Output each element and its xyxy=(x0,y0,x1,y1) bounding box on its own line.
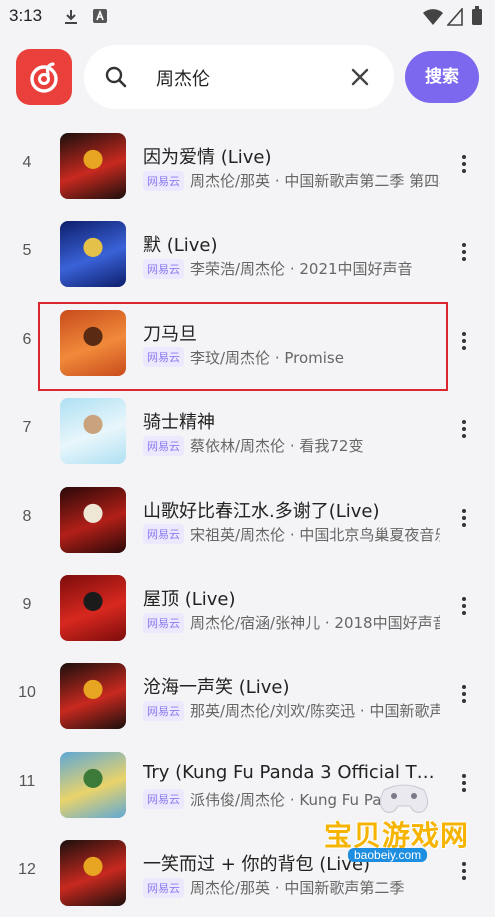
song-artist-album: 那英/周杰伦/刘欢/陈奕迅 · 中国新歌声 xyxy=(190,702,440,721)
search-bar[interactable] xyxy=(84,45,394,109)
song-title: 山歌好比春江水.多谢了(Live) xyxy=(143,500,380,522)
song-row[interactable]: 10 沧海一声笑 (Live) 网易云 那英/周杰伦/刘欢/陈奕迅 · 中国新歌声 xyxy=(0,652,495,740)
song-index: 8 xyxy=(22,507,32,525)
song-subtitle: 网易云 李荣浩/周杰伦 · 2021中国好声音 xyxy=(143,258,440,280)
album-cover xyxy=(60,751,126,818)
song-row[interactable]: 4 因为爱情 (Live) 网易云 周杰伦/那英 · 中国新歌声第二季 第四期 xyxy=(0,122,495,210)
watermark-url: baobeiy.com xyxy=(348,848,428,862)
source-badge: 网易云 xyxy=(143,258,184,279)
song-artist-album: 周杰伦/那英 · 中国新歌声第二季 xyxy=(190,879,405,898)
source-badge: 网易云 xyxy=(143,612,184,633)
song-index: 9 xyxy=(22,596,32,613)
song-artist-album: 李荣浩/周杰伦 · 2021中国好声音 xyxy=(190,260,413,279)
song-subtitle: 网易云 蔡依林/周杰伦 · 看我72变 xyxy=(143,435,440,457)
song-title: 沧海一声笑 (Live) xyxy=(143,677,290,699)
selected-row-highlight xyxy=(38,302,448,391)
song-row[interactable]: 9 屋顶 (Live) 网易云 周杰伦/宿涵/张神儿 · 2018中国好声音 xyxy=(0,564,495,652)
netease-logo-icon xyxy=(30,62,58,93)
song-title: 因为爱情 (Live) xyxy=(143,147,272,168)
song-index: 4 xyxy=(22,154,32,171)
source-badge: 网易云 xyxy=(143,524,184,545)
song-index: 10 xyxy=(18,684,36,702)
more-options-icon[interactable] xyxy=(458,685,470,707)
search-button[interactable]: 搜索 xyxy=(405,51,479,103)
song-subtitle: 网易云 那英/周杰伦/刘欢/陈奕迅 · 中国新歌声 xyxy=(143,700,440,722)
album-cover xyxy=(60,221,126,288)
source-badge: 网易云 xyxy=(143,789,184,810)
album-cover xyxy=(60,486,126,553)
song-artist-album: 周杰伦/那英 · 中国新歌声第二季 第四期 xyxy=(190,172,440,190)
watermark: 宝贝游戏网 baobeiy.com xyxy=(318,776,488,866)
album-cover xyxy=(60,133,126,199)
album-cover xyxy=(60,840,126,907)
song-index: 12 xyxy=(18,861,36,879)
song-row[interactable]: 5 默 (Live) 网易云 李荣浩/周杰伦 · 2021中国好声音 xyxy=(0,210,495,298)
status-bar: 3:13 xyxy=(0,0,495,34)
app-notification-icon xyxy=(93,9,107,23)
more-options-icon[interactable] xyxy=(458,243,470,265)
song-artist-album: 周杰伦/宿涵/张神儿 · 2018中国好声音 xyxy=(190,614,440,632)
song-row[interactable]: 8 山歌好比春江水.多谢了(Live) 网易云 宋祖英/周杰伦 · 中国北京鸟巢夏夜音… xyxy=(0,476,495,564)
more-options-icon[interactable] xyxy=(458,420,470,442)
song-row[interactable]: 7 骑士精神 网易云 蔡依林/周杰伦 · 看我72变 xyxy=(0,387,495,475)
song-index: 11 xyxy=(18,772,36,790)
search-input[interactable] xyxy=(154,59,338,97)
more-options-icon[interactable] xyxy=(458,508,470,531)
source-badge: 网易云 xyxy=(143,435,184,456)
song-index: 7 xyxy=(22,419,32,437)
clear-icon[interactable] xyxy=(350,67,370,87)
song-subtitle: 网易云 周杰伦/宿涵/张神儿 · 2018中国好声音 xyxy=(143,612,440,634)
album-cover xyxy=(60,398,126,465)
song-artist-album: 蔡依林/周杰伦 · 看我72变 xyxy=(190,437,364,456)
status-time: 3:13 xyxy=(9,6,43,25)
album-cover xyxy=(60,663,126,730)
source-badge: 网易云 xyxy=(143,170,184,191)
search-icon xyxy=(105,66,127,88)
signal-icon xyxy=(447,8,463,26)
song-title: 骑士精神 xyxy=(143,412,215,434)
more-options-icon[interactable] xyxy=(458,155,470,177)
battery-icon xyxy=(472,6,482,25)
song-artist-album: 宋祖英/周杰伦 · 中国北京鸟巢夏夜音乐会 xyxy=(190,525,440,544)
album-cover xyxy=(60,575,126,641)
netease-music-logo[interactable] xyxy=(16,49,72,105)
song-index: 5 xyxy=(22,242,32,260)
song-title: 屋顶 (Live) xyxy=(143,589,236,610)
more-options-icon[interactable] xyxy=(458,597,470,619)
source-badge: 网易云 xyxy=(143,700,184,721)
wifi-icon xyxy=(423,9,443,25)
song-subtitle: 网易云 周杰伦/那英 · 中国新歌声第二季 xyxy=(143,877,440,899)
song-title: 默 (Live) xyxy=(143,235,218,257)
song-subtitle: 网易云 宋祖英/周杰伦 · 中国北京鸟巢夏夜音乐会 xyxy=(143,524,440,546)
more-options-icon[interactable] xyxy=(458,331,470,354)
download-icon xyxy=(65,10,77,24)
song-subtitle: 网易云 周杰伦/那英 · 中国新歌声第二季 第四期 xyxy=(143,170,440,192)
